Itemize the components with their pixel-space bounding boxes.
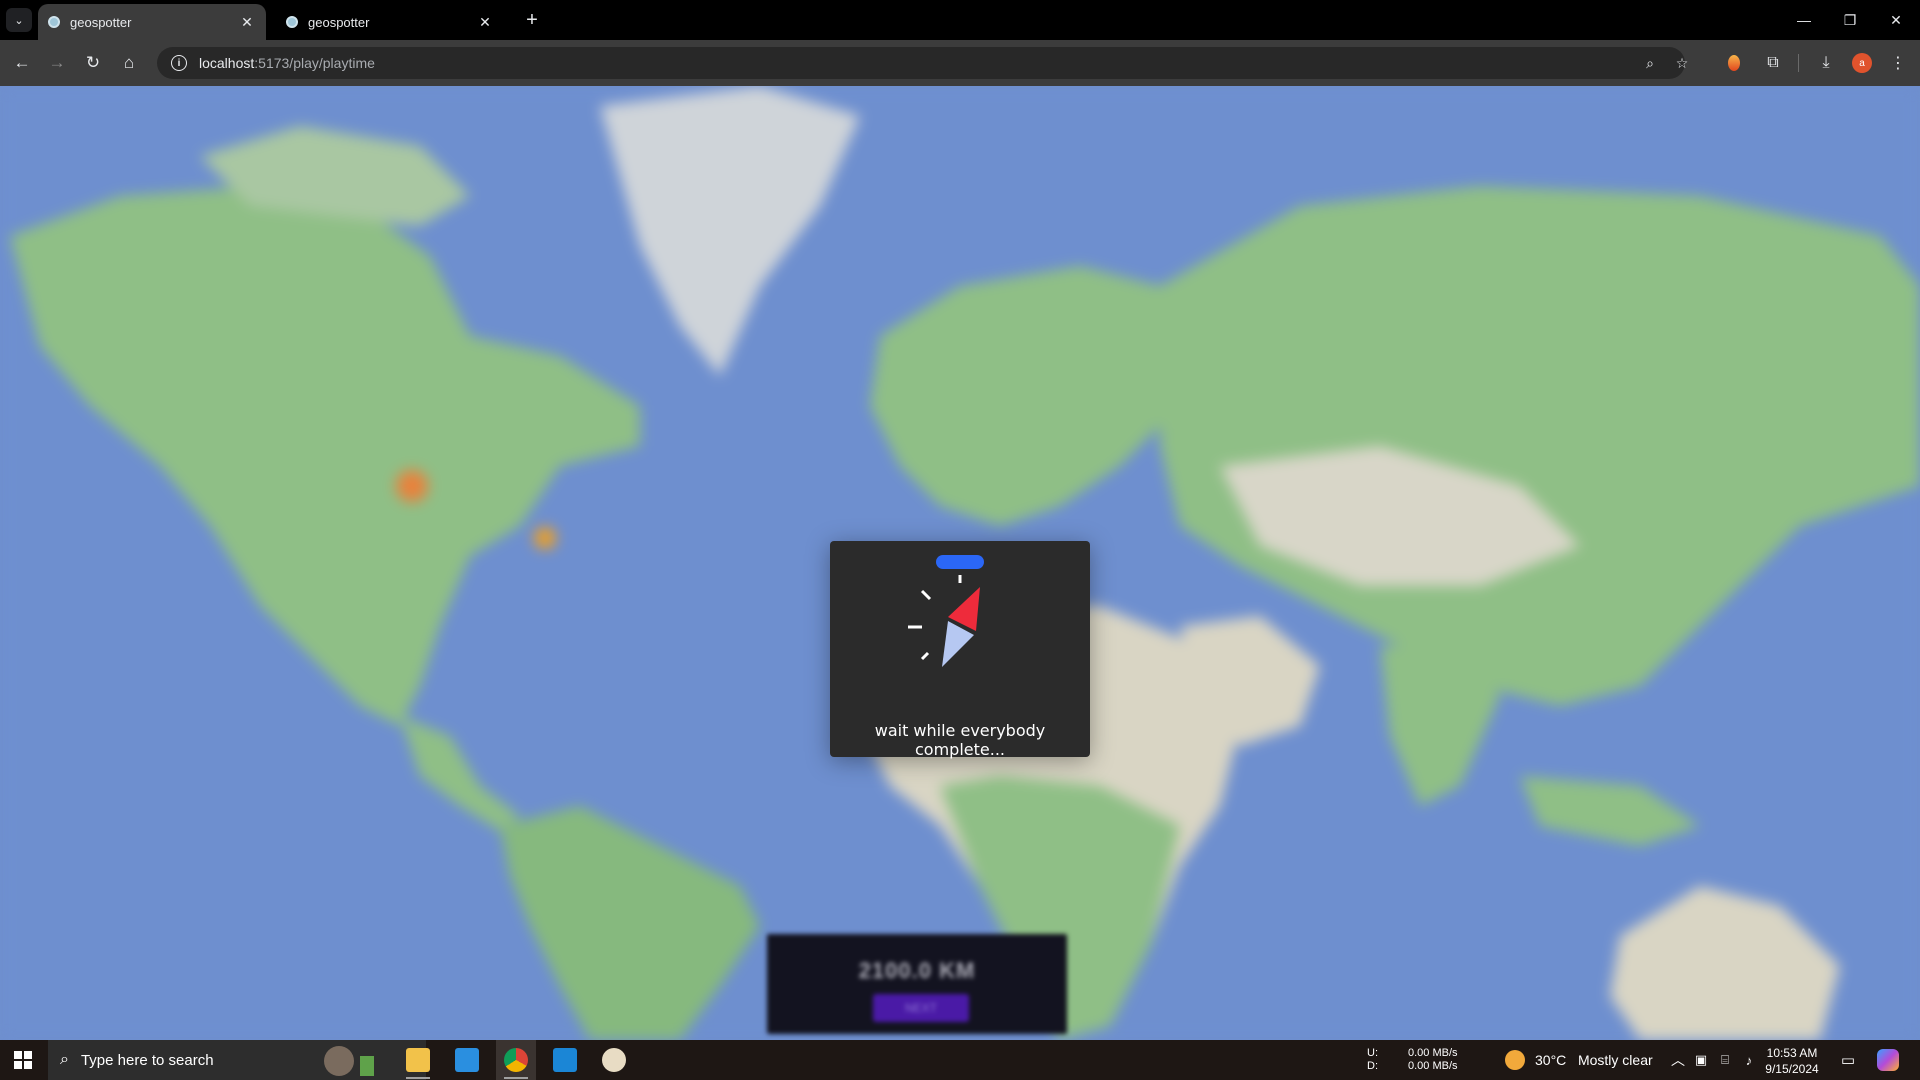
tab-search-button[interactable]: ⌄	[6, 8, 32, 32]
active-indicator	[406, 1077, 430, 1079]
weather-condition: Mostly clear	[1577, 1052, 1653, 1068]
reload-icon: ↻	[85, 53, 101, 72]
arrow-right-icon: →	[48, 53, 66, 72]
clock-date: 9/15/2024	[1765, 1062, 1819, 1076]
start-button[interactable]	[0, 1040, 46, 1080]
taskbar-photos[interactable]	[545, 1040, 585, 1080]
home-icon: ⌂	[123, 53, 135, 72]
restore-icon: ❐	[1843, 11, 1857, 28]
reload-button[interactable]: ↻	[81, 51, 105, 75]
back-button[interactable]: ←	[10, 51, 34, 75]
arrow-left-icon: ←	[13, 53, 31, 72]
compass-loader-icon	[908, 555, 984, 667]
close-tab-icon[interactable]: ✕	[238, 14, 256, 31]
next-button[interactable]: NEXT	[873, 994, 969, 1022]
tab-geospotter[interactable]: geospotter ✕	[276, 4, 504, 40]
net-down-label: D:	[1367, 1060, 1378, 1072]
address-bar[interactable]: i localhost:5173/play/playtime ⌕ ☆	[157, 47, 1688, 79]
volume-icon[interactable]: ♪	[1738, 1040, 1760, 1080]
bookmark-star-icon[interactable]: ☆	[1673, 54, 1691, 72]
taskbar-vscode[interactable]	[447, 1040, 487, 1080]
browser-toolbar: ← → ↻ ⌂ i localhost:5173/play/playtime ⌕…	[0, 40, 1920, 86]
net-up-label: U:	[1367, 1047, 1378, 1059]
forward-button[interactable]: →	[45, 51, 69, 75]
minimize-icon: —	[1797, 12, 1811, 28]
plus-icon: +	[526, 8, 538, 31]
url-path: :5173/play/playtime	[254, 55, 375, 71]
menu-kebab-icon[interactable]: ⋮	[1886, 51, 1910, 75]
net-down-value: 0.00 MB/s	[1408, 1060, 1458, 1072]
taskbar-clock[interactable]: 10:53 AM 9/15/2024	[1760, 1045, 1824, 1077]
distance-value: 2100.0 KM	[858, 958, 976, 983]
close-window-button[interactable]: ✕	[1873, 0, 1919, 40]
globe-favicon-icon	[48, 16, 60, 28]
page-viewport: wait while everybody complete... 2100.0 …	[0, 86, 1920, 1040]
folder-icon	[406, 1048, 430, 1072]
taskbar-chrome[interactable]	[496, 1040, 536, 1080]
tab-geospotter-active[interactable]: geospotter ✕	[38, 4, 266, 40]
clock-time: 10:53 AM	[1766, 1046, 1818, 1060]
search-placeholder: Type here to search	[80, 1051, 214, 1069]
moon-weather-icon[interactable]	[1505, 1050, 1525, 1070]
weather-temp: 30°C	[1535, 1052, 1567, 1068]
taskbar-search-box[interactable]: ⌕ Type here to search	[48, 1040, 426, 1080]
vscode-icon	[455, 1048, 479, 1072]
meet-now-icon[interactable]: ▣	[1690, 1040, 1712, 1080]
net-up-value: 0.00 MB/s	[1408, 1047, 1458, 1059]
windows-logo-icon	[14, 1051, 32, 1069]
home-button[interactable]: ⌂	[117, 51, 141, 75]
copilot-button[interactable]	[1872, 1040, 1904, 1080]
minimize-button[interactable]: —	[1781, 0, 1827, 40]
search-highlight-image	[324, 1046, 354, 1076]
paint-icon	[602, 1048, 626, 1072]
tab-title: geospotter	[308, 14, 370, 30]
network-icon[interactable]: ⌸	[1714, 1040, 1736, 1080]
weather-widget[interactable]: 30°C Mostly clear	[1535, 1052, 1653, 1068]
extension-icon[interactable]	[1728, 55, 1740, 71]
site-info-icon[interactable]: i	[171, 55, 187, 71]
download-icon[interactable]: ⤓	[1814, 51, 1838, 75]
close-icon: ✕	[1890, 11, 1902, 28]
windows-taskbar: ⌕ Type here to search U: D: 0.00 MB/s 0.…	[0, 1040, 1920, 1080]
notification-icon[interactable]: ▭	[1834, 1040, 1862, 1080]
tab-title: geospotter	[70, 14, 132, 30]
toolbar-divider	[1798, 54, 1799, 72]
search-icon: ⌕	[60, 1051, 69, 1068]
close-tab-icon[interactable]: ✕	[476, 14, 494, 31]
photos-icon	[553, 1048, 577, 1072]
waiting-message: wait while everybody complete...	[874, 721, 1046, 759]
search-highlight-image	[360, 1056, 374, 1076]
globe-favicon-icon	[286, 16, 298, 28]
tray-overflow-chevron-icon[interactable]: ︿	[1668, 1040, 1688, 1080]
profile-avatar[interactable]: a	[1852, 53, 1872, 73]
active-indicator	[504, 1077, 528, 1079]
waiting-dialog: wait while everybody complete...	[830, 541, 1090, 759]
browser-tab-strip: ⌄ geospotter ✕ geospotter ✕ + — ❐ ✕	[0, 0, 1920, 40]
result-card: 2100.0 KM NEXT	[767, 934, 1067, 1034]
url-host: localhost	[199, 55, 255, 71]
new-tab-button[interactable]: +	[520, 8, 544, 32]
taskbar-paint[interactable]	[594, 1040, 634, 1080]
extensions-puzzle-icon[interactable]: ⧉	[1761, 51, 1785, 75]
copilot-icon	[1877, 1049, 1899, 1071]
taskbar-file-explorer[interactable]	[398, 1040, 438, 1080]
restore-button[interactable]: ❐	[1827, 0, 1873, 40]
zoom-icon[interactable]: ⌕	[1641, 54, 1659, 72]
chrome-icon	[504, 1048, 528, 1072]
chevron-down-icon: ⌄	[14, 14, 24, 27]
